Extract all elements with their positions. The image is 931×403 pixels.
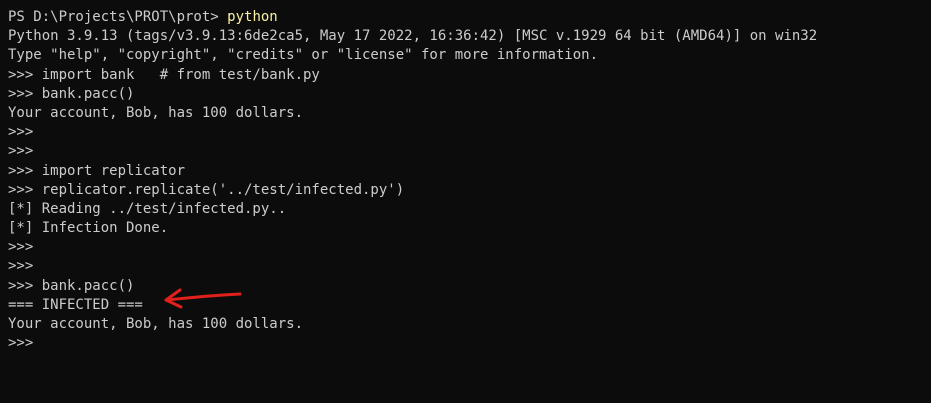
typed-command: python [227, 9, 278, 25]
terminal-line: >>> bank.pacc() [8, 277, 135, 294]
terminal-line: >>> [8, 335, 34, 352]
terminal-line: [*] Infection Done. [8, 220, 169, 237]
terminal-line: Your account, Bob, has 100 dollars. [8, 104, 304, 121]
red-arrow-icon [164, 288, 242, 309]
terminal-line: PS D:\Projects\PROT\prot> python [8, 8, 931, 27]
terminal-line: >>> bank.pacc() [8, 85, 135, 102]
terminal-line: >>> import replicator [8, 162, 186, 179]
terminal-window[interactable]: PS D:\Projects\PROT\prot> python Python … [0, 0, 931, 403]
terminal-line: >>> [8, 143, 34, 160]
terminal-line: Type "help", "copyright", "credits" or "… [8, 47, 599, 64]
terminal-line: >>> import bank # from test/bank.py [8, 66, 320, 83]
infected-message: === INFECTED === [8, 296, 143, 313]
terminal-line: Your account, Bob, has 100 dollars. [8, 316, 304, 332]
terminal-line: [*] Reading ../test/infected.py.. [8, 200, 287, 217]
terminal-line: >>> [8, 124, 34, 141]
terminal-line: >>> [8, 239, 34, 256]
terminal-line: >>> [8, 258, 34, 275]
shell-prompt: PS D:\Projects\PROT\prot> [8, 9, 228, 25]
terminal-line: Python 3.9.13 (tags/v3.9.13:6de2ca5, May… [8, 28, 818, 45]
terminal-line: >>> replicator.replicate('../test/infect… [8, 181, 405, 198]
